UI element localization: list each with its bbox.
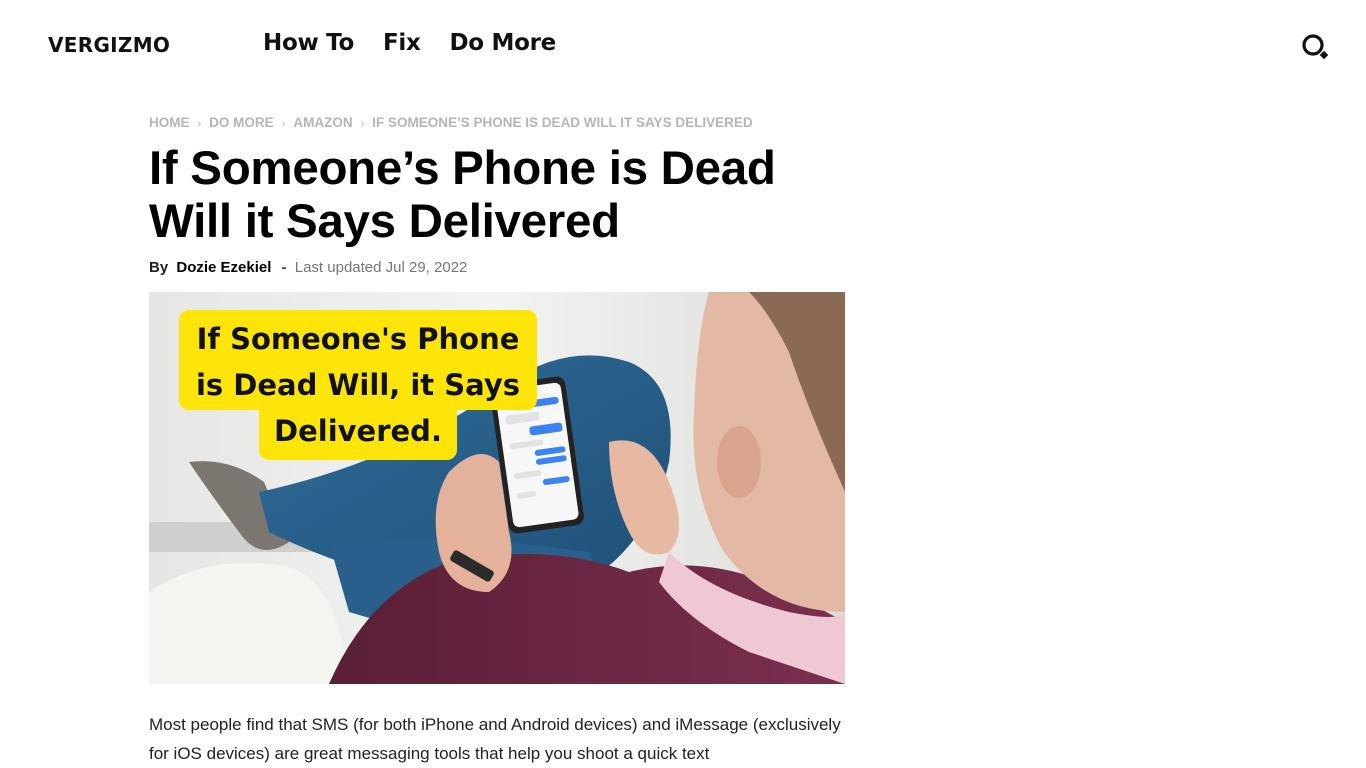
breadcrumb-current: IF SOMEONE’S PHONE IS DEAD WILL IT SAYS …: [372, 115, 753, 130]
hero-image: If Someone's Phone is Dead Will, it Says…: [149, 292, 845, 684]
nav-item-fix[interactable]: Fix: [383, 30, 421, 56]
search-button[interactable]: [1300, 33, 1332, 63]
search-icon: [1302, 34, 1329, 60]
by-label: By: [149, 259, 169, 276]
site-logo[interactable]: VERGIZMO: [48, 33, 170, 57]
ear: [717, 426, 761, 498]
last-updated: Last updated Jul 29, 2022: [294, 259, 468, 276]
breadcrumb-separator: ›: [197, 118, 202, 130]
breadcrumb-home[interactable]: HOME: [149, 115, 190, 130]
author-link[interactable]: Dozie Ezekiel: [176, 259, 271, 276]
article-meta: By Dozie Ezekiel - Last updated Jul 29, …: [149, 259, 467, 276]
article-paragraph: Most people find that SMS (for both iPho…: [149, 715, 841, 763]
nav-item-do-more[interactable]: Do More: [449, 30, 556, 56]
nav-item-how-to[interactable]: How To: [263, 30, 354, 56]
breadcrumb: HOME › DO MORE › AMAZON › IF SOMEONE’S PHONE I…: [149, 115, 753, 130]
breadcrumb-do-more[interactable]: DO MORE: [209, 115, 274, 130]
meta-dash: -: [281, 259, 287, 276]
hero-caption-text-3: Delivered.: [274, 414, 442, 448]
breadcrumb-separator: ›: [281, 118, 286, 130]
main-nav: How To Fix Do More: [263, 30, 585, 56]
breadcrumb-amazon[interactable]: AMAZON: [293, 115, 352, 130]
hero-caption-text-1: If Someone's Phone: [196, 322, 520, 356]
article-title: If Someone’s Phone is Dead Will it Says …: [149, 142, 776, 248]
breadcrumb-separator: ›: [360, 118, 365, 130]
site-header: VERGIZMO How To Fix Do More: [0, 0, 1366, 92]
hero-caption-text-2: is Dead Will, it Says: [195, 368, 520, 402]
